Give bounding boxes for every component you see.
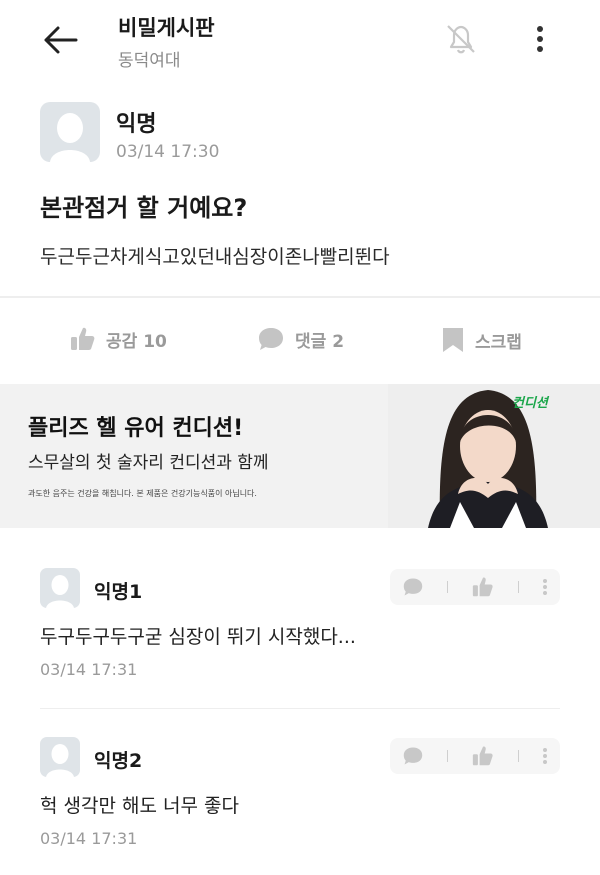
avatar <box>40 737 80 777</box>
like-button[interactable]: 공감 10 <box>70 326 167 352</box>
back-button[interactable] <box>36 20 84 60</box>
bookmark-icon <box>443 328 463 352</box>
ad-photo-illustration <box>388 384 600 528</box>
board-title: 비밀게시판 <box>118 16 215 40</box>
comment-author: 익명1 <box>94 581 143 603</box>
ad-subtitle: 스무살의 첫 술자리 컨디션과 함께 <box>28 453 269 473</box>
separator <box>447 750 449 762</box>
like-label: 공감 10 <box>106 331 167 352</box>
comment-actions <box>390 738 560 774</box>
post-body: 두근두근차게식고있던내심장이존나빨리뛴다 <box>40 246 390 268</box>
reply-icon[interactable] <box>402 577 424 597</box>
notification-toggle-button[interactable] <box>438 16 484 62</box>
ad-banner[interactable]: 플리즈 헬 유어 컨디션! 스무살의 첫 술자리 컨디션과 함께 과도한 음주는… <box>0 384 600 528</box>
divider <box>0 296 600 298</box>
speech-bubble-icon <box>259 328 283 350</box>
comment-text: 헉 생각만 해도 너무 좋다 <box>40 795 239 817</box>
separator <box>517 581 519 593</box>
avatar <box>40 102 100 162</box>
thumbs-up-icon <box>71 327 95 350</box>
more-button[interactable] <box>526 20 554 58</box>
thumbs-up-icon[interactable] <box>472 745 494 767</box>
thumbs-up-icon[interactable] <box>472 576 494 598</box>
comment-label: 댓글 2 <box>295 331 345 352</box>
scrap-button[interactable]: 스크랩 <box>441 326 522 354</box>
ad-title: 플리즈 헬 유어 컨디션! <box>28 416 244 441</box>
board-subtitle: 동덕여대 <box>118 51 181 71</box>
ad-disclaimer: 과도한 음주는 건강을 해칩니다. 본 제품은 건강기능식품이 아닙니다. <box>28 489 257 498</box>
divider <box>40 708 560 709</box>
comment-author: 익명2 <box>94 750 143 772</box>
comment-button[interactable]: 댓글 2 <box>257 326 344 352</box>
ad-image <box>388 384 600 528</box>
post-title: 본관점거 할 거예요? <box>40 194 248 222</box>
avatar <box>40 568 80 608</box>
bell-off-icon <box>447 25 475 54</box>
post-time: 03/14 17:30 <box>116 142 220 162</box>
reply-icon[interactable] <box>402 746 424 766</box>
more-vertical-icon <box>537 26 543 52</box>
back-arrow-icon <box>44 26 78 54</box>
comment-time: 03/14 17:31 <box>40 660 138 679</box>
default-avatar-icon <box>46 744 74 777</box>
scrap-label: 스크랩 <box>475 332 522 353</box>
more-vertical-icon[interactable] <box>542 747 548 765</box>
separator <box>447 581 449 593</box>
separator <box>517 750 519 762</box>
default-avatar-icon <box>46 575 74 608</box>
more-vertical-icon[interactable] <box>542 578 548 596</box>
ad-brand-logo: 컨디션 <box>512 396 548 411</box>
comment-text: 두구두구두구굳 심장이 뛰기 시작했다... <box>40 626 356 648</box>
post-author: 익명 <box>116 112 157 137</box>
default-avatar-icon <box>50 113 90 162</box>
comment-time: 03/14 17:31 <box>40 829 138 848</box>
comment-actions <box>390 569 560 605</box>
